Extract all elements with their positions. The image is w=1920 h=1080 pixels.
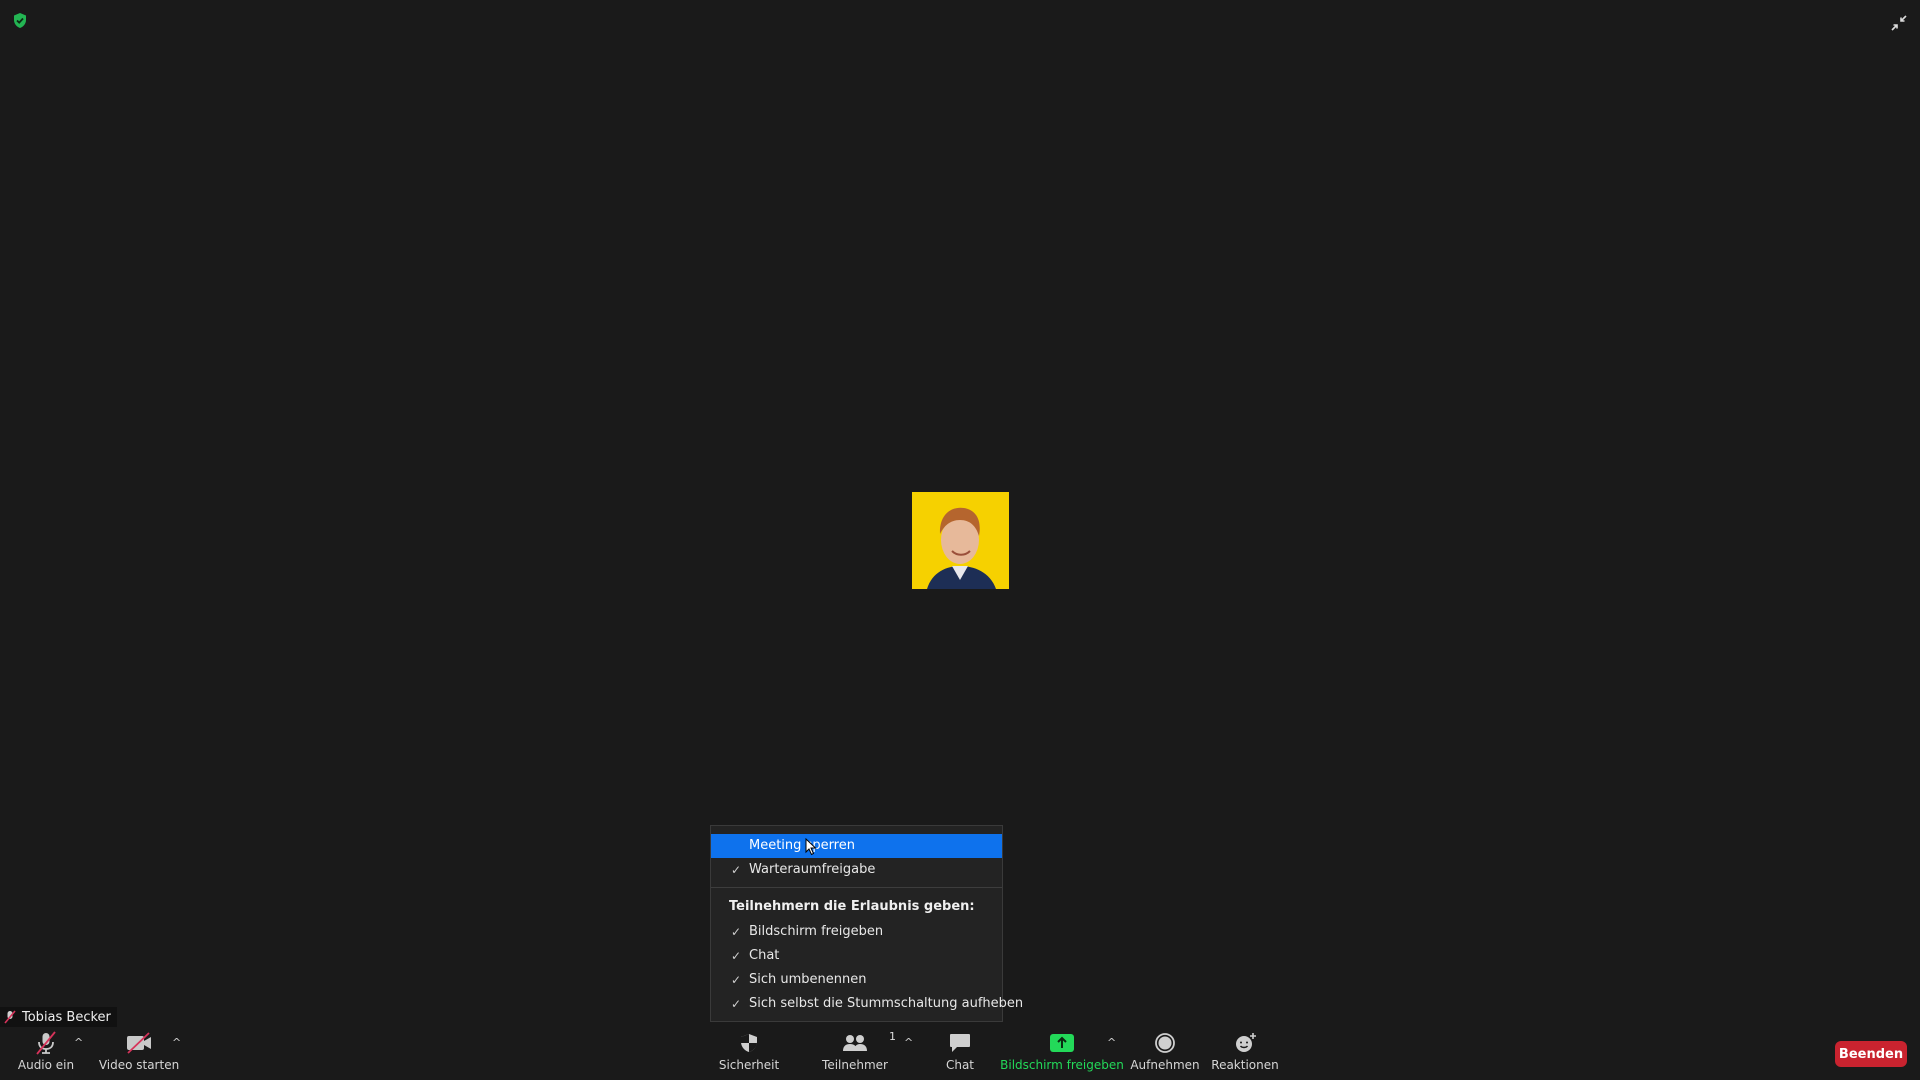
- mic-muted-icon: [4, 1010, 16, 1024]
- check-icon: ✓: [731, 949, 742, 963]
- menu-item-label: Bildschirm freigeben: [749, 924, 884, 939]
- share-screen-icon: [1050, 1034, 1074, 1052]
- record-label: Aufnehmen: [1130, 1058, 1200, 1072]
- security-button[interactable]: Sicherheit: [718, 1030, 780, 1072]
- end-meeting-button[interactable]: Beenden: [1835, 1041, 1907, 1067]
- menu-item-allow-rename[interactable]: ✓ Sich umbenennen: [711, 968, 1002, 992]
- menu-item-waiting-room[interactable]: ✓ Warteraumfreigabe: [711, 858, 1002, 882]
- security-menu: Meeting sperren ✓ Warteraumfreigabe Teil…: [710, 825, 1023, 1022]
- mic-muted-icon: [36, 1031, 56, 1055]
- security-shield-icon: [741, 1034, 757, 1052]
- audio-label: Audio ein: [17, 1058, 75, 1072]
- encryption-shield-icon[interactable]: [12, 12, 28, 29]
- chat-button[interactable]: Chat: [940, 1030, 980, 1072]
- menu-item-allow-unmute-self[interactable]: ✓ Sich selbst die Stummschaltung aufhebe…: [711, 992, 1023, 1016]
- avatar-portrait-icon: [912, 492, 1009, 589]
- video-off-icon: [127, 1032, 151, 1054]
- video-button[interactable]: Video starten: [98, 1030, 180, 1072]
- menu-item-label: Meeting sperren: [749, 838, 855, 853]
- participants-options-caret[interactable]: ^: [904, 1036, 913, 1049]
- menu-item-label: Sich selbst die Stummschaltung aufheben: [749, 996, 1024, 1011]
- menu-divider: [711, 887, 1002, 888]
- exit-fullscreen-icon[interactable]: [1890, 14, 1908, 32]
- menu-item-label: Warteraumfreigabe: [749, 862, 876, 877]
- audio-button[interactable]: Audio ein: [18, 1030, 74, 1072]
- menu-item-allow-chat[interactable]: ✓ Chat: [711, 944, 1002, 968]
- menu-item-label: Chat: [749, 948, 780, 963]
- audio-options-caret[interactable]: ^: [74, 1036, 83, 1049]
- record-button[interactable]: Aufnehmen: [1130, 1030, 1200, 1072]
- participant-avatar: [912, 492, 1009, 589]
- menu-item-label: Sich umbenennen: [749, 972, 867, 987]
- participants-label: Teilnehmer: [822, 1058, 888, 1072]
- reactions-emoji-icon: [1236, 1033, 1256, 1052]
- check-icon: ✓: [731, 863, 742, 877]
- participant-name: Tobias Becker: [22, 1009, 111, 1025]
- participants-button[interactable]: 1 Teilnehmer: [822, 1030, 896, 1072]
- menu-item-lock-meeting[interactable]: Meeting sperren: [711, 834, 1002, 858]
- participant-name-tag: Tobias Becker: [0, 1007, 117, 1027]
- check-icon: ✓: [731, 997, 742, 1011]
- share-screen-button[interactable]: Bildschirm freigeben: [1000, 1030, 1124, 1072]
- participants-icon: [843, 1035, 867, 1051]
- menu-item-allow-share-screen[interactable]: ✓ Bildschirm freigeben: [711, 920, 1002, 944]
- share-options-caret[interactable]: ^: [1107, 1036, 1116, 1049]
- mouse-cursor-icon: [805, 838, 817, 856]
- record-icon: [1155, 1033, 1175, 1053]
- permissions-header: Teilnehmern die Erlaubnis geben:: [729, 899, 975, 914]
- check-icon: ✓: [731, 925, 742, 939]
- security-label: Sicherheit: [718, 1058, 780, 1072]
- participants-count: 1: [889, 1030, 896, 1043]
- reactions-button[interactable]: Reaktionen: [1211, 1030, 1279, 1072]
- check-icon: ✓: [731, 973, 742, 987]
- chat-label: Chat: [945, 1058, 975, 1072]
- share-screen-label: Bildschirm freigeben: [1000, 1058, 1124, 1072]
- chat-bubble-icon: [950, 1034, 970, 1052]
- video-label: Video starten: [98, 1058, 180, 1072]
- reactions-label: Reaktionen: [1211, 1058, 1279, 1072]
- video-options-caret[interactable]: ^: [172, 1036, 181, 1049]
